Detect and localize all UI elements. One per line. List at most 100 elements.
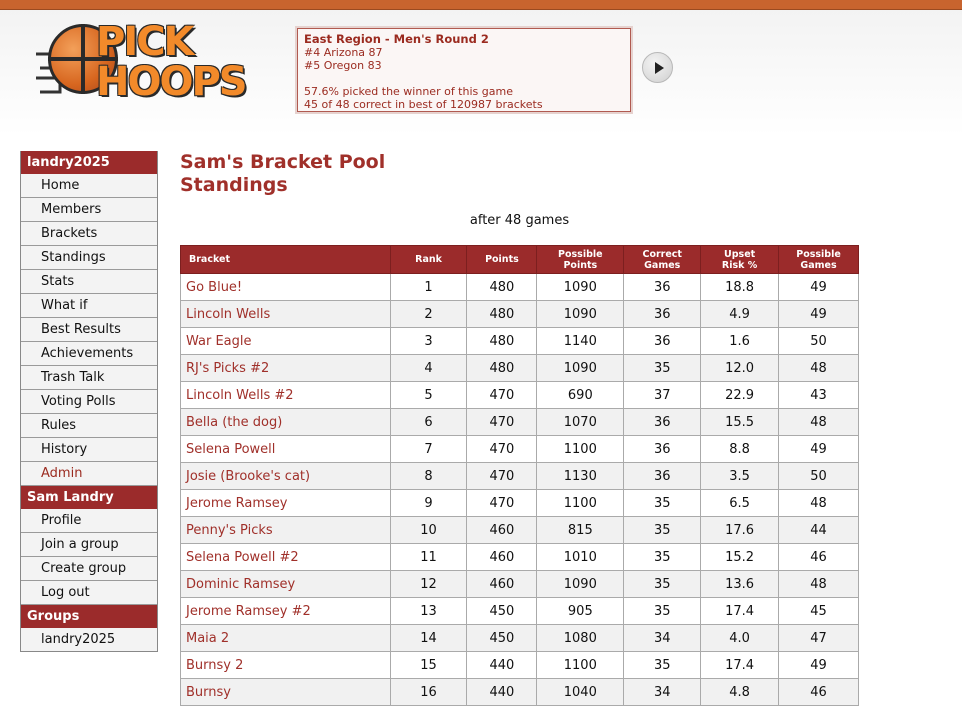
sidebar-item-stats[interactable]: Stats [21, 270, 157, 294]
play-button[interactable] [642, 52, 673, 83]
sidebar-item-trash-talk[interactable]: Trash Talk [21, 366, 157, 390]
table-row: Go Blue! 1 480 1090 36 18.8 49 [180, 273, 859, 301]
upset-risk-cell: 4.0 [700, 624, 780, 652]
ticker-team-2: #5 Oregon 83 [304, 59, 382, 72]
sidebar-item-members[interactable]: Members [21, 198, 157, 222]
possible-points-cell: 1070 [536, 408, 625, 436]
table-row: Lincoln Wells #2 5 470 690 37 22.9 43 [180, 381, 859, 409]
sidebar-item-admin[interactable]: Admin [21, 462, 157, 486]
sidebar-group-header[interactable]: landry2025 [21, 151, 157, 174]
points-cell: 450 [466, 624, 538, 652]
sidebar-item-achievements[interactable]: Achievements [21, 342, 157, 366]
bracket-link[interactable]: Dominic Ramsey [180, 570, 391, 598]
correct-games-cell: 35 [623, 651, 702, 679]
column-header-bracket[interactable]: Bracket [180, 245, 391, 274]
sidebar-item-standings[interactable]: Standings [21, 246, 157, 270]
table-row: Selena Powell 7 470 1100 36 8.8 49 [180, 435, 859, 463]
bracket-link[interactable]: Selena Powell [180, 435, 391, 463]
column-header-possible-points[interactable]: Possible Points [536, 245, 625, 274]
rank-cell: 15 [389, 651, 468, 679]
sidebar-item-best-results[interactable]: Best Results [21, 318, 157, 342]
column-header-possible-games[interactable]: Possible Games [778, 245, 859, 274]
upset-risk-cell: 13.6 [700, 570, 780, 598]
possible-points-cell: 1080 [536, 624, 625, 652]
column-header-correct-games-line1: Correct [642, 248, 682, 260]
sidebar-item-group-landry2025[interactable]: landry2025 [21, 628, 157, 652]
correct-games-cell: 35 [623, 597, 702, 625]
bracket-link[interactable]: Burnsy [180, 678, 391, 706]
bracket-link[interactable]: Jerome Ramsey #2 [180, 597, 391, 625]
sidebar-item-join-group[interactable]: Join a group [21, 533, 157, 557]
upset-risk-cell: 8.8 [700, 435, 780, 463]
rank-cell: 14 [389, 624, 468, 652]
table-row: Jerome Ramsey #2 13 450 905 35 17.4 45 [180, 597, 859, 625]
points-cell: 450 [466, 597, 538, 625]
possible-points-cell: 1090 [536, 300, 625, 328]
upset-risk-cell: 12.0 [700, 354, 780, 382]
points-cell: 480 [466, 354, 538, 382]
bracket-link[interactable]: Burnsy 2 [180, 651, 391, 679]
sidebar-item-home[interactable]: Home [21, 174, 157, 198]
sidebar-item-brackets[interactable]: Brackets [21, 222, 157, 246]
possible-points-cell: 1100 [536, 435, 625, 463]
games-played-subtitle: after 48 games [469, 213, 570, 228]
bracket-link[interactable]: War Eagle [180, 327, 391, 355]
correct-games-cell: 35 [623, 570, 702, 598]
rank-cell: 11 [389, 543, 468, 571]
column-header-points-label: Points [485, 254, 519, 265]
possible-points-cell: 1010 [536, 543, 625, 571]
sidebar-item-rules[interactable]: Rules [21, 414, 157, 438]
bracket-link[interactable]: Lincoln Wells #2 [180, 381, 391, 409]
rank-cell: 10 [389, 516, 468, 544]
bracket-link[interactable]: Maia 2 [180, 624, 391, 652]
bracket-link[interactable]: Selena Powell #2 [180, 543, 391, 571]
page-title: Sam's Bracket Pool Standings [180, 151, 386, 196]
bracket-link[interactable]: Lincoln Wells [180, 300, 391, 328]
possible-games-cell: 49 [778, 300, 859, 328]
points-cell: 460 [466, 570, 538, 598]
sidebar-item-voting-polls[interactable]: Voting Polls [21, 390, 157, 414]
rank-cell: 5 [389, 381, 468, 409]
possible-games-cell: 50 [778, 462, 859, 490]
points-cell: 440 [466, 678, 538, 706]
correct-games-cell: 36 [623, 300, 702, 328]
column-header-possible-points-line1: Possible [558, 248, 603, 260]
possible-points-cell: 1090 [536, 273, 625, 301]
table-row: Burnsy 16 440 1040 34 4.8 46 [180, 678, 859, 706]
ticker-stat-correct: 45 of 48 correct in best of 120987 brack… [304, 98, 543, 111]
sidebar-item-log-out[interactable]: Log out [21, 581, 157, 605]
rank-cell: 1 [389, 273, 468, 301]
bracket-link[interactable]: RJ's Picks #2 [180, 354, 391, 382]
bracket-link[interactable]: Go Blue! [180, 273, 391, 301]
possible-points-cell: 1090 [536, 570, 625, 598]
column-header-correct-games[interactable]: Correct Games [623, 245, 702, 274]
game-ticker[interactable]: East Region - Men's Round 2 #4 Arizona 8… [297, 28, 631, 112]
column-header-possible-games-line2: Games [800, 259, 837, 271]
rank-cell: 3 [389, 327, 468, 355]
sidebar-item-profile[interactable]: Profile [21, 509, 157, 533]
sidebar-item-create-group[interactable]: Create group [21, 557, 157, 581]
bracket-link[interactable]: Josie (Brooke's cat) [180, 462, 391, 490]
column-header-points[interactable]: Points [466, 245, 538, 274]
ticker-title: East Region - Men's Round 2 [304, 32, 489, 46]
points-cell: 470 [466, 408, 538, 436]
table-row: RJ's Picks #2 4 480 1090 35 12.0 48 [180, 354, 859, 382]
bracket-link[interactable]: Penny's Picks [180, 516, 391, 544]
ticker-spacer [304, 72, 624, 85]
column-header-rank[interactable]: Rank [389, 245, 468, 274]
correct-games-cell: 34 [623, 678, 702, 706]
possible-games-cell: 48 [778, 570, 859, 598]
sidebar-item-what-if[interactable]: What if [21, 294, 157, 318]
standings-table: Bracket Rank Points Possible Points Corre… [180, 245, 859, 706]
bracket-link[interactable]: Jerome Ramsey [180, 489, 391, 517]
rank-cell: 16 [389, 678, 468, 706]
table-row: Jerome Ramsey 9 470 1100 35 6.5 48 [180, 489, 859, 517]
sidebar-item-history[interactable]: History [21, 438, 157, 462]
bracket-link[interactable]: Bella (the dog) [180, 408, 391, 436]
pickhoops-logo[interactable]: PICK HOOPS [34, 20, 248, 112]
column-header-possible-games-line1: Possible [796, 248, 841, 260]
correct-games-cell: 37 [623, 381, 702, 409]
possible-games-cell: 47 [778, 624, 859, 652]
upset-risk-cell: 1.6 [700, 327, 780, 355]
column-header-upset-risk[interactable]: Upset Risk % [700, 245, 780, 274]
